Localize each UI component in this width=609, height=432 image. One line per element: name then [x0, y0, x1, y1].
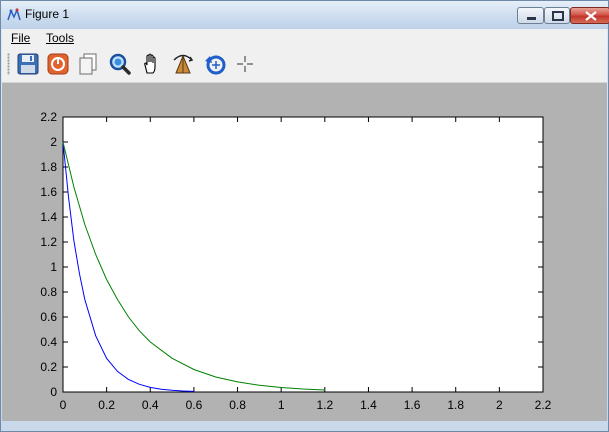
pan-button[interactable] [139, 52, 163, 76]
save-icon [17, 53, 39, 75]
menu-tools[interactable]: Tools [46, 31, 74, 45]
rotate-3d-button[interactable] [171, 52, 195, 76]
y-tick-label: 1.8 [40, 160, 57, 174]
minimize-icon [527, 17, 536, 20]
y-tick-label: 0 [50, 385, 57, 399]
x-tick-label: 1.8 [447, 398, 464, 412]
x-tick-label: 0 [60, 398, 67, 412]
y-tick-label: 2 [50, 135, 57, 149]
reset-view-icon [205, 55, 226, 75]
maximize-button[interactable] [544, 7, 570, 24]
figure-window: Figure 1 File Tools 0 0.2 0.4 0.6 0.8 1 … [0, 0, 609, 432]
x-tick-label: 0.8 [229, 398, 246, 412]
menu-bar: File Tools [2, 29, 607, 47]
line-chart: 0 0.2 0.4 0.6 0.8 1 1.2 1.4 1.6 1.8 2 2.2 0 0.2 0.4 0.6… [40, 110, 552, 412]
minimize-button[interactable] [517, 7, 544, 24]
menu-tools-label: Tools [46, 31, 75, 45]
pan-hand-icon [144, 53, 156, 74]
figure-canvas[interactable]: 0 0.2 0.4 0.6 0.8 1 1.2 1.4 1.6 1.8 2 2.2 0 0.2 0.4 0.6… [2, 83, 607, 421]
menu-file-label: File [11, 31, 31, 45]
zoom-button[interactable] [108, 52, 132, 76]
y-tick-label: 2.2 [40, 110, 57, 124]
y-tick-label: 0.4 [40, 335, 57, 349]
close-button[interactable] [570, 7, 609, 24]
crosshair-icon [237, 56, 253, 72]
stop-icon [47, 53, 69, 75]
window-title: Figure 1 [25, 7, 70, 21]
x-tick-label: 1.4 [360, 398, 377, 412]
toolbar [2, 47, 607, 83]
save-button[interactable] [16, 52, 40, 76]
maximize-icon [552, 11, 564, 21]
plot-area [62, 116, 544, 393]
y-tick-label: 1.4 [40, 210, 57, 224]
copy-button[interactable] [76, 52, 100, 76]
copy-icon [79, 53, 97, 75]
x-tick-label: 2 [496, 398, 503, 412]
toolbar-grip[interactable] [7, 53, 10, 75]
y-tick-label: 1.6 [40, 185, 57, 199]
y-tick-label: 0.8 [40, 285, 57, 299]
crosshair-button[interactable] [233, 52, 257, 76]
y-tick-label: 0.2 [40, 360, 57, 374]
y-tick-label: 0.6 [40, 310, 57, 324]
reset-view-button[interactable] [203, 52, 227, 76]
figure-app-icon [7, 7, 21, 21]
y-tick-label: 1 [50, 260, 57, 274]
x-tick-label: 0.2 [98, 398, 115, 412]
rotate-3d-icon [173, 54, 194, 74]
x-tick-label: 1.6 [404, 398, 421, 412]
x-tick-label: 2.2 [535, 398, 552, 412]
close-icon [585, 11, 597, 21]
x-tick-label: 1.2 [316, 398, 333, 412]
zoom-icon [109, 53, 131, 75]
x-tick-label: 0.6 [186, 398, 203, 412]
x-tick-label: 1 [278, 398, 285, 412]
stop-button[interactable] [46, 52, 70, 76]
y-tick-label: 1.2 [40, 235, 57, 249]
title-bar[interactable]: Figure 1 [1, 1, 609, 29]
window-bottom-border [2, 421, 607, 431]
menu-file[interactable]: File [11, 31, 30, 45]
x-tick-label: 0.4 [142, 398, 159, 412]
